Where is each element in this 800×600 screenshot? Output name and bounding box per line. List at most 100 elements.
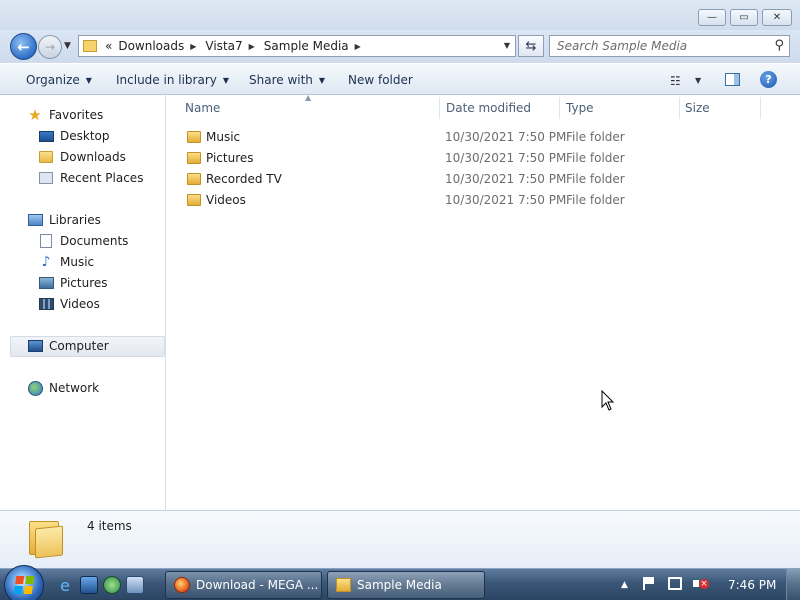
minimize-button[interactable]: — [698, 9, 726, 26]
breadcrumb-separator-icon[interactable]: ▶ [249, 42, 255, 51]
column-divider[interactable] [439, 97, 440, 119]
new-folder-button[interactable]: New folder [348, 73, 413, 87]
breadcrumb-separator-icon[interactable]: ▶ [190, 42, 196, 51]
sidebar-item-desktop[interactable]: Desktop [38, 129, 110, 143]
sidebar-item-recent-places[interactable]: Recent Places [38, 171, 143, 185]
file-name: Music [206, 130, 241, 144]
sidebar-item-label: Libraries [49, 213, 101, 227]
share-with-button[interactable]: Share with ▼ [249, 73, 325, 87]
breadcrumb-separator-icon[interactable]: ▶ [355, 42, 361, 51]
chevron-down-icon: ▼ [318, 75, 326, 85]
sidebar-item-label: Downloads [60, 150, 126, 164]
navigation-pane: ★ Favorites Desktop Downloads Recent Pla… [0, 95, 166, 510]
breadcrumb-downloads[interactable]: Downloads [118, 39, 184, 53]
column-date-modified[interactable]: Date modified [446, 101, 531, 115]
file-type: File folder [566, 172, 625, 186]
show-desktop-icon[interactable] [80, 576, 98, 594]
sort-ascending-icon: ▲ [305, 93, 312, 102]
address-bar[interactable]: « Downloads ▶ Vista7 ▶ Sample Media ▶ ▼ [78, 35, 516, 57]
file-name: Videos [206, 193, 246, 207]
back-button[interactable]: ← [10, 33, 37, 60]
sidebar-item-label: Documents [60, 234, 129, 248]
breadcrumb-overflow[interactable]: « [105, 39, 112, 53]
music-note-icon: ♪ [41, 254, 51, 270]
change-view-icon[interactable]: ☷ [670, 74, 681, 88]
media-player-icon[interactable] [103, 576, 121, 594]
sidebar-item-downloads[interactable]: Downloads [38, 150, 126, 164]
chevron-down-icon[interactable]: ▼ [695, 76, 701, 85]
recent-pages-dropdown[interactable]: ▼ [64, 41, 71, 51]
folder-icon [187, 131, 201, 143]
taskbar-item-explorer[interactable]: Sample Media [327, 571, 485, 599]
file-date: 10/30/2021 7:50 PM [445, 151, 567, 165]
taskbar-item-mega[interactable]: Download - MEGA ... [165, 571, 322, 599]
address-dropdown-icon[interactable]: ▼ [504, 41, 510, 50]
breadcrumb-sample-media[interactable]: Sample Media [264, 39, 349, 53]
search-box[interactable]: ⚲ [549, 35, 790, 57]
include-in-library-button[interactable]: Include in library ▼ [116, 73, 229, 87]
file-type: File folder [566, 151, 625, 165]
sidebar-item-pictures[interactable]: Pictures [38, 276, 108, 290]
file-date: 10/30/2021 7:50 PM [445, 193, 567, 207]
folder-icon [27, 517, 65, 559]
desktop-icon [38, 130, 54, 142]
sidebar-item-libraries[interactable]: Libraries [27, 213, 101, 227]
folder-icon [187, 173, 201, 185]
system-tray: ▲ 7:46 PM [615, 569, 800, 600]
maximize-button[interactable]: ▭ [730, 9, 758, 26]
sidebar-item-label: Favorites [49, 108, 104, 122]
column-name[interactable]: Name [185, 101, 220, 115]
organize-label: Organize [26, 73, 80, 87]
file-type: File folder [566, 193, 625, 207]
sidebar-item-music[interactable]: ♪ Music [38, 254, 95, 270]
table-row[interactable]: Pictures 10/30/2021 7:50 PM File folder [167, 148, 800, 169]
sidebar-item-label: Network [49, 381, 100, 395]
start-button[interactable] [4, 565, 44, 600]
share-with-label: Share with [249, 73, 313, 87]
refresh-button[interactable]: ⇆ [518, 35, 544, 57]
chevron-down-icon: ▼ [222, 75, 230, 85]
volume-muted-icon[interactable] [693, 577, 709, 591]
sidebar-item-label: Pictures [60, 276, 108, 290]
clock[interactable]: 7:46 PM [728, 578, 776, 592]
sidebar-item-label: Desktop [60, 129, 110, 143]
sidebar-item-videos[interactable]: Videos [38, 297, 100, 311]
search-icon[interactable]: ⚲ [774, 38, 784, 53]
recent-places-icon [39, 172, 53, 184]
organize-button[interactable]: Organize ▼ [26, 73, 92, 87]
network-status-icon[interactable] [668, 577, 682, 590]
sidebar-item-network[interactable]: Network [27, 380, 100, 396]
file-date: 10/30/2021 7:50 PM [445, 172, 567, 186]
table-row[interactable]: Music 10/30/2021 7:50 PM File folder [167, 127, 800, 148]
taskbar-item-label: Sample Media [357, 578, 442, 592]
refresh-icon: ⇆ [525, 38, 537, 54]
breadcrumb-vista7[interactable]: Vista7 [205, 39, 242, 53]
sidebar-item-label: Music [60, 255, 95, 269]
column-divider[interactable] [679, 97, 680, 119]
column-divider[interactable] [760, 97, 761, 119]
navigation-bar: ← → ▼ « Downloads ▶ Vista7 ▶ Sample Medi… [0, 30, 800, 63]
show-hidden-icons-icon[interactable]: ▲ [621, 580, 628, 590]
computer-icon [27, 340, 43, 352]
column-divider[interactable] [559, 97, 560, 119]
column-type[interactable]: Type [566, 101, 594, 115]
search-input[interactable] [557, 39, 762, 53]
table-row[interactable]: Recorded TV 10/30/2021 7:50 PM File fold… [167, 169, 800, 190]
help-icon[interactable]: ? [760, 71, 777, 88]
command-bar: Organize ▼ Include in library ▼ Share wi… [0, 63, 800, 95]
network-icon [27, 380, 43, 396]
forward-button[interactable]: → [38, 35, 62, 59]
column-size[interactable]: Size [685, 101, 710, 115]
file-date: 10/30/2021 7:50 PM [445, 130, 567, 144]
table-row[interactable]: Videos 10/30/2021 7:50 PM File folder [167, 190, 800, 211]
action-center-flag-icon[interactable] [643, 577, 655, 590]
preview-pane-icon[interactable] [725, 73, 740, 86]
sidebar-item-favorites[interactable]: ★ Favorites [27, 106, 104, 124]
taskbar: e Download - MEGA ... Sample Media ▲ 7:4… [0, 565, 800, 600]
sidebar-item-computer[interactable]: Computer [27, 339, 109, 353]
switch-windows-icon[interactable] [126, 576, 144, 594]
internet-explorer-icon[interactable]: e [56, 576, 74, 595]
show-desktop-button[interactable] [786, 569, 800, 600]
sidebar-item-documents[interactable]: Documents [38, 234, 128, 248]
close-button[interactable]: ✕ [762, 9, 792, 26]
